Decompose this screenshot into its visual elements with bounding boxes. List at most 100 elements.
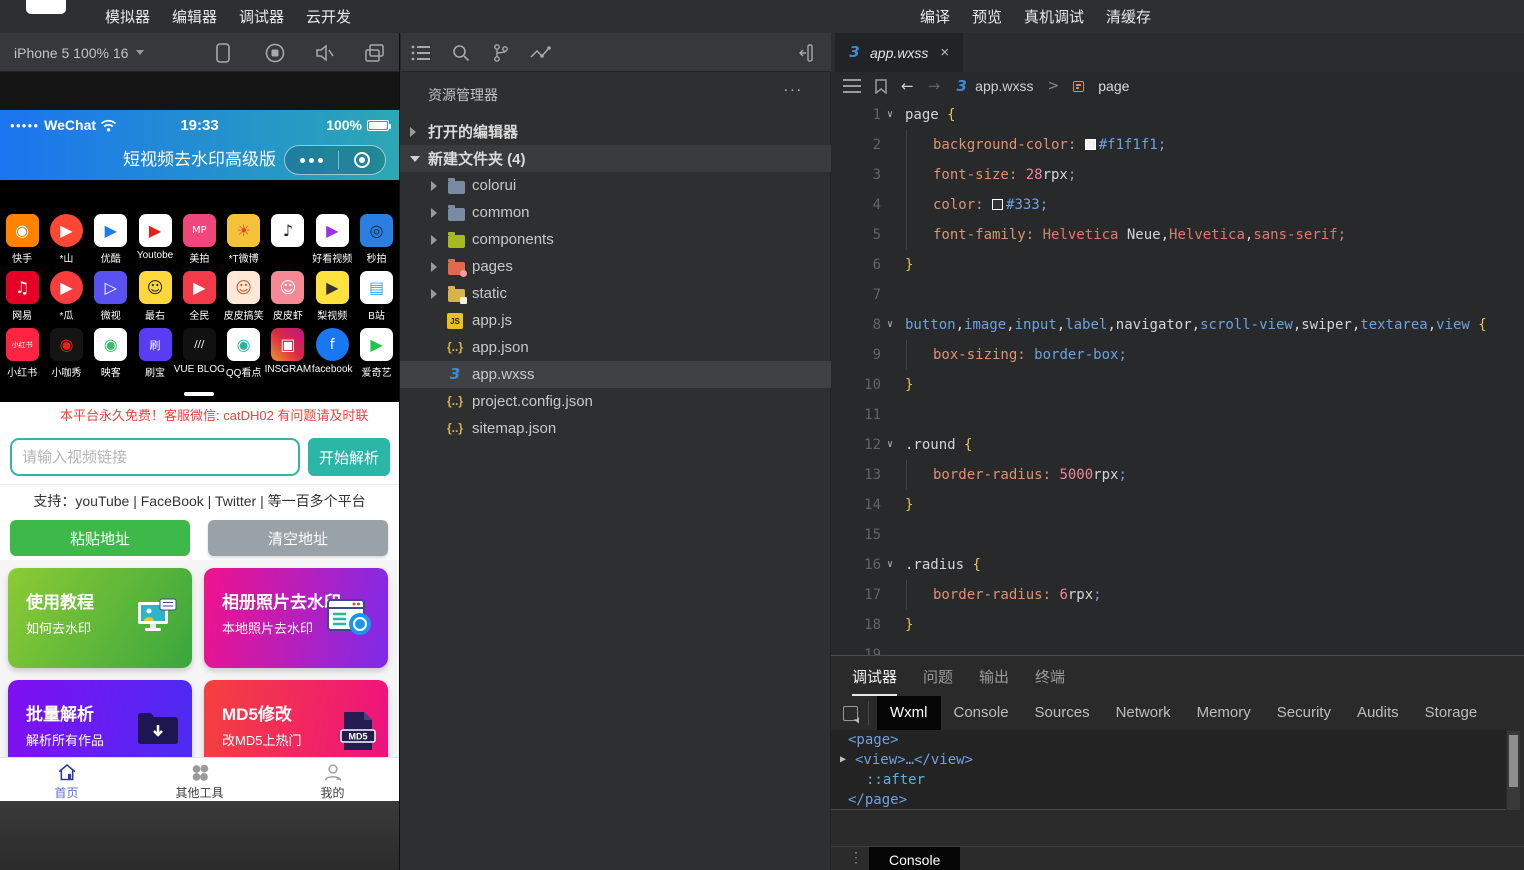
code-line-14[interactable]: 14} <box>831 490 1524 520</box>
expand-arrow-icon[interactable] <box>431 289 437 299</box>
wxml-node[interactable]: ▶ <view>…</view> <box>831 750 1506 770</box>
fold-chevron-icon[interactable]: ∨ <box>887 100 893 130</box>
code-line-8[interactable]: 8 ∨ button,image,input,label,navigator,scr… <box>831 310 1524 340</box>
app-shortcut[interactable]: ◎ 秒拍 <box>354 214 398 265</box>
feature-card-tutorial[interactable]: 使用教程 如何去水印 <box>8 568 192 668</box>
expand-arrow-icon[interactable] <box>410 156 420 162</box>
breadcrumb-symbol[interactable]: page <box>1098 78 1129 94</box>
code-line-4[interactable]: 4 color: #333; <box>831 190 1524 220</box>
console-tab[interactable]: Console <box>869 847 961 870</box>
debugger-tab-问题[interactable]: 问题 <box>923 666 953 687</box>
devtools-tab-storage[interactable]: Storage <box>1412 696 1491 730</box>
outline-icon[interactable] <box>843 79 861 93</box>
app-shortcut[interactable]: f facebook <box>310 328 354 376</box>
outline-list-icon[interactable] <box>408 40 434 66</box>
breadcrumb-file[interactable]: 3 app.wxss <box>954 78 1033 94</box>
scrollbar[interactable] <box>1507 731 1520 810</box>
feature-card-md5[interactable]: MD5修改 改MD5上热门 MD5 <box>204 680 388 757</box>
tree-item-static[interactable]: static <box>400 280 831 307</box>
code-line-9[interactable]: 9 box-sizing: border-box; <box>831 340 1524 370</box>
app-shortcut[interactable]: 小红书 小红书 <box>0 328 44 379</box>
network-pulse-icon[interactable] <box>528 40 554 66</box>
code-line-7[interactable]: 7 <box>831 280 1524 310</box>
app-shortcut[interactable]: ☺ 皮皮虾 <box>266 271 310 322</box>
tree-item-common[interactable]: common <box>400 199 831 226</box>
fold-chevron-icon[interactable]: ∨ <box>887 310 893 340</box>
menu-item-模拟器[interactable]: 模拟器 <box>105 6 150 27</box>
close-icon[interactable]: × <box>940 44 949 61</box>
code-line-3[interactable]: 3 font-size: 28rpx; <box>831 160 1524 190</box>
menu-item-真机调试[interactable]: 真机调试 <box>1024 6 1084 27</box>
devtools-tab-wxml[interactable]: Wxml <box>877 696 941 730</box>
wxml-tree[interactable]: <page> ▶ <view>…</view>::after </page> <box>831 730 1506 810</box>
devtools-tab-security[interactable]: Security <box>1264 696 1344 730</box>
tab-mine[interactable]: 我的 <box>266 758 399 801</box>
tab-app-wxss[interactable]: 3 app.wxss × <box>835 33 963 72</box>
devtools-tab-audits[interactable]: Audits <box>1344 696 1412 730</box>
tree-item-pages[interactable]: pages <box>400 253 831 280</box>
drag-handle-icon[interactable]: ⋮ <box>849 849 863 866</box>
app-shortcut[interactable]: ☀ *T微博 <box>221 214 265 265</box>
tree-item--4-[interactable]: 新建文件夹 (4) <box>400 145 831 172</box>
device-selector[interactable]: iPhone 5 100% 16 <box>14 33 145 72</box>
record-icon[interactable] <box>262 40 288 66</box>
expand-arrow-icon[interactable] <box>431 235 437 245</box>
video-link-input[interactable] <box>10 438 300 476</box>
app-shortcut[interactable]: ▶ 优酷 <box>89 214 133 265</box>
app-shortcut[interactable]: MP 美拍 <box>177 214 221 265</box>
tree-item-components[interactable]: components <box>400 226 831 253</box>
menu-item-调试器[interactable]: 调试器 <box>239 6 284 27</box>
app-shortcut[interactable]: ▶ *瓜 <box>44 271 88 322</box>
menu-item-预览[interactable]: 预览 <box>972 6 1002 27</box>
mute-icon[interactable] <box>312 40 338 66</box>
code-line-1[interactable]: 1 ∨ page { <box>831 100 1524 130</box>
debugger-tab-输出[interactable]: 输出 <box>979 666 1009 687</box>
app-shortcut[interactable]: ☺ 最右 <box>133 271 177 322</box>
app-shortcut[interactable]: ▤ B站 <box>354 271 398 322</box>
app-shortcut[interactable]: /// VUE BLOG <box>174 328 225 376</box>
app-shortcut[interactable]: ▶ 爱奇艺 <box>354 328 398 379</box>
devtools-tab-network[interactable]: Network <box>1103 696 1184 730</box>
code-line-10[interactable]: 10} <box>831 370 1524 400</box>
app-shortcut[interactable]: ▷ 微视 <box>89 271 133 322</box>
bookmark-icon[interactable] <box>875 78 887 94</box>
tab-home[interactable]: 首页 <box>0 758 133 801</box>
expand-arrow-icon[interactable] <box>431 208 437 218</box>
code-area[interactable]: 1 ∨ page {2 background-color: #f1f1f1; 3 font… <box>831 100 1524 655</box>
capsule-menu[interactable] <box>284 145 386 175</box>
rotate-device-icon[interactable] <box>210 40 236 66</box>
wxml-node[interactable]: </page> <box>831 790 1506 809</box>
git-branch-icon[interactable] <box>488 40 514 66</box>
app-shortcut[interactable]: ◉ 快手 <box>0 214 44 265</box>
app-shortcut[interactable]: ◉ 小咖秀 <box>44 328 88 379</box>
expand-arrow-icon[interactable] <box>431 181 437 191</box>
code-line-18[interactable]: 18} <box>831 610 1524 640</box>
app-shortcut[interactable]: ♫ 网易 <box>0 271 44 322</box>
tab-other-tools[interactable]: 其他工具 <box>133 758 266 801</box>
code-line-5[interactable]: 5 font-family: Helvetica Neue,Helvetica,s… <box>831 220 1524 250</box>
app-shortcut[interactable]: ▶ *山 <box>44 214 88 265</box>
app-shortcut[interactable]: 刷刷宝 <box>133 328 177 379</box>
code-line-11[interactable]: 11 <box>831 400 1524 430</box>
app-shortcut[interactable]: ▶ Youtobe <box>133 214 177 262</box>
tree-item--[interactable]: 打开的编辑器 <box>400 118 831 145</box>
code-line-16[interactable]: 16 ∨ .radius { <box>831 550 1524 580</box>
paste-address-button[interactable]: 粘贴地址 <box>10 520 190 556</box>
code-line-2[interactable]: 2 background-color: #f1f1f1; <box>831 130 1524 160</box>
menu-item-云开发[interactable]: 云开发 <box>306 6 351 27</box>
tree-item-project.config.json[interactable]: {..} project.config.json <box>400 388 831 415</box>
code-line-15[interactable]: 15 <box>831 520 1524 550</box>
expand-arrow-icon[interactable] <box>410 127 416 137</box>
wxml-node[interactable]: ::after <box>831 770 1506 790</box>
code-line-6[interactable]: 6} <box>831 250 1524 280</box>
tree-item-sitemap.json[interactable]: {..} sitemap.json <box>400 415 831 442</box>
devtools-tab-console[interactable]: Console <box>941 696 1022 730</box>
search-icon[interactable] <box>448 40 474 66</box>
collapse-panel-icon[interactable] <box>796 40 822 66</box>
more-actions-icon[interactable]: ... <box>784 78 803 96</box>
expand-arrow-icon[interactable]: ▶ <box>840 750 846 770</box>
code-editor[interactable]: ← → 3 app.wxss > page 1 ∨ page {2 backgroun… <box>831 72 1524 655</box>
code-line-13[interactable]: 13 border-radius: 5000rpx; <box>831 460 1524 490</box>
close-target-icon[interactable] <box>354 152 370 168</box>
tree-item-app.wxss[interactable]: 3 app.wxss <box>400 361 831 388</box>
